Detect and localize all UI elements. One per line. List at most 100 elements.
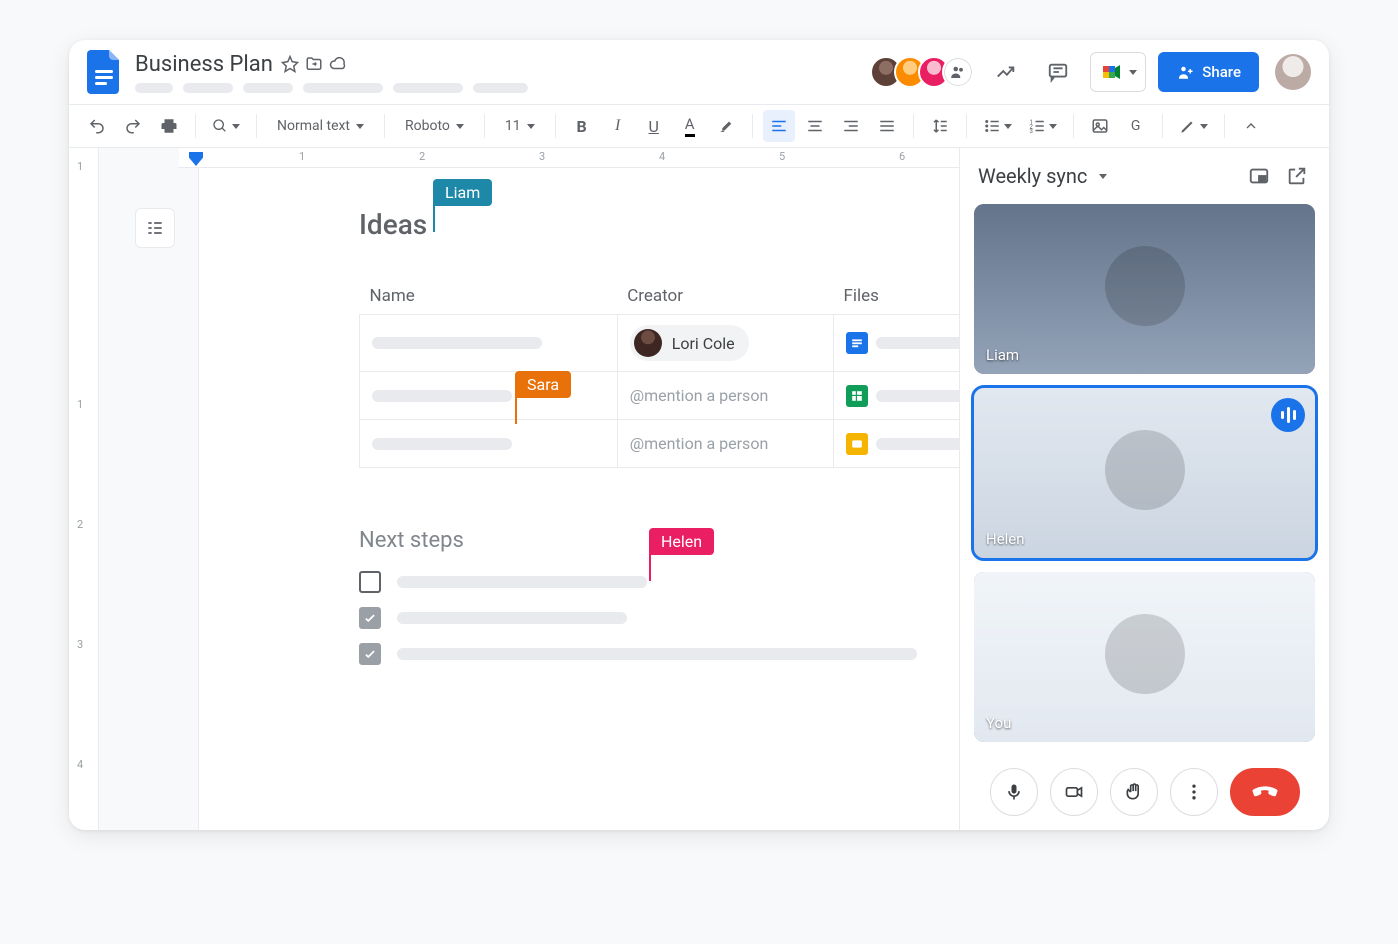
zoom-icon [212,118,228,134]
meet-title[interactable]: Weekly sync [978,164,1087,188]
chevron-up-icon [1243,118,1259,134]
paragraph-style-dropdown[interactable]: Normal text [267,118,374,134]
chip-label: Lori Cole [672,334,735,353]
document-title[interactable]: Business Plan [135,52,273,77]
participant-name: Helen [986,530,1025,548]
print-icon [160,117,178,135]
camera-icon [1064,782,1084,802]
cloud-status-icon[interactable] [329,55,347,73]
checkbox-checked[interactable] [359,643,381,665]
file-chip[interactable] [846,433,959,455]
popout-button[interactable] [1283,162,1311,190]
heading-next-steps[interactable]: Next steps [359,528,919,553]
font-dropdown[interactable]: Roboto [395,118,474,134]
pip-button[interactable] [1245,162,1273,190]
menu-bar[interactable] [135,83,528,93]
pen-icon [1179,117,1197,135]
pip-icon [1248,165,1270,187]
font-size-dropdown[interactable]: 11 [495,118,545,134]
cursor-label: Helen [649,528,714,555]
show-outline-button[interactable] [135,208,175,248]
italic-button[interactable]: I [602,110,634,142]
account-avatar[interactable] [1275,54,1311,90]
checklist-item[interactable] [359,643,919,665]
meet-controls [960,754,1329,830]
hangup-button[interactable] [1230,768,1300,816]
mention-placeholder[interactable]: @mention a person [630,434,769,453]
mute-button[interactable] [990,768,1038,816]
align-center-icon [806,117,824,135]
checklist-item[interactable]: Helen [359,571,919,593]
collab-cursor-sara: Sara [515,382,517,424]
collab-cursor-helen: Helen [649,543,651,581]
align-left-button[interactable] [763,110,795,142]
document-page[interactable]: Ideas Liam Name Creator Files [199,168,959,830]
star-icon[interactable] [281,55,299,73]
ruler-mark: 5 [779,150,785,163]
video-tile[interactable]: Helen [974,388,1315,558]
caret-down-icon[interactable] [1099,174,1107,179]
checklist-item[interactable] [359,607,919,629]
text-color-button[interactable]: A [674,110,706,142]
caret-down-icon [1129,70,1137,75]
move-folder-icon[interactable] [305,55,323,73]
insert-image-button[interactable] [1084,110,1116,142]
collapse-toolbar-button[interactable] [1235,110,1267,142]
line-spacing-button[interactable] [924,110,956,142]
print-button[interactable] [153,110,185,142]
zoom-button[interactable] [206,110,246,142]
table-row[interactable]: @mention a person [360,420,960,468]
file-chip[interactable] [846,385,959,407]
video-tile[interactable]: You [974,572,1315,742]
video-tile[interactable]: Liam [974,204,1315,374]
comments-button[interactable] [1038,52,1078,92]
person-chip[interactable]: Lori Cole [630,325,749,361]
popout-icon [1286,165,1308,187]
placeholder-text [876,337,959,349]
ruler-mark: 1 [77,160,83,173]
cursor-label: Sara [515,371,571,398]
meet-dropdown-button[interactable] [1090,52,1146,92]
redo-button[interactable] [117,110,149,142]
heading-ideas[interactable]: Ideas [359,208,427,241]
table-row[interactable]: Lori Cole [360,315,960,372]
underline-button[interactable]: U [638,110,670,142]
meet-panel: Weekly sync Liam Helen You [959,148,1329,830]
raise-hand-button[interactable] [1110,768,1158,816]
align-center-button[interactable] [799,110,831,142]
vertical-ruler: 1 1 2 3 4 [69,148,99,830]
more-collaborators[interactable] [942,56,974,88]
file-chip[interactable] [846,332,959,354]
numbered-list-button[interactable]: 123 [1022,110,1063,142]
align-justify-button[interactable] [871,110,903,142]
undo-button[interactable] [81,110,113,142]
ideas-table[interactable]: Name Creator Files Lori Cole [359,278,959,468]
table-row[interactable]: Sara @mention a person [360,372,960,420]
col-creator: Creator [617,278,833,315]
ruler-mark: 1 [77,398,83,411]
participant-name: You [986,714,1011,732]
bold-button[interactable]: B [566,110,598,142]
outline-icon [145,218,165,238]
share-button[interactable]: Share [1158,52,1259,92]
editing-mode-button[interactable] [1173,110,1214,142]
caret-down-icon [1049,124,1057,129]
bullet-list-button[interactable] [977,110,1018,142]
more-options-button[interactable] [1170,768,1218,816]
checkbox-checked[interactable] [359,607,381,629]
align-right-button[interactable] [835,110,867,142]
version-history-button[interactable] [986,52,1026,92]
indent-marker-icon[interactable] [189,152,203,166]
highlight-button[interactable] [710,110,742,142]
size-label: 11 [505,118,521,134]
participant-name: Liam [986,346,1019,364]
checklist[interactable]: Helen [359,571,919,665]
docs-file-icon [846,332,868,354]
hangup-icon [1252,779,1278,805]
insert-link-button[interactable]: G [1120,110,1152,142]
collaborator-avatars[interactable] [878,56,974,88]
mention-placeholder[interactable]: @mention a person [630,386,769,405]
checkbox-unchecked[interactable] [359,571,381,593]
camera-button[interactable] [1050,768,1098,816]
docs-logo-icon [87,50,123,94]
